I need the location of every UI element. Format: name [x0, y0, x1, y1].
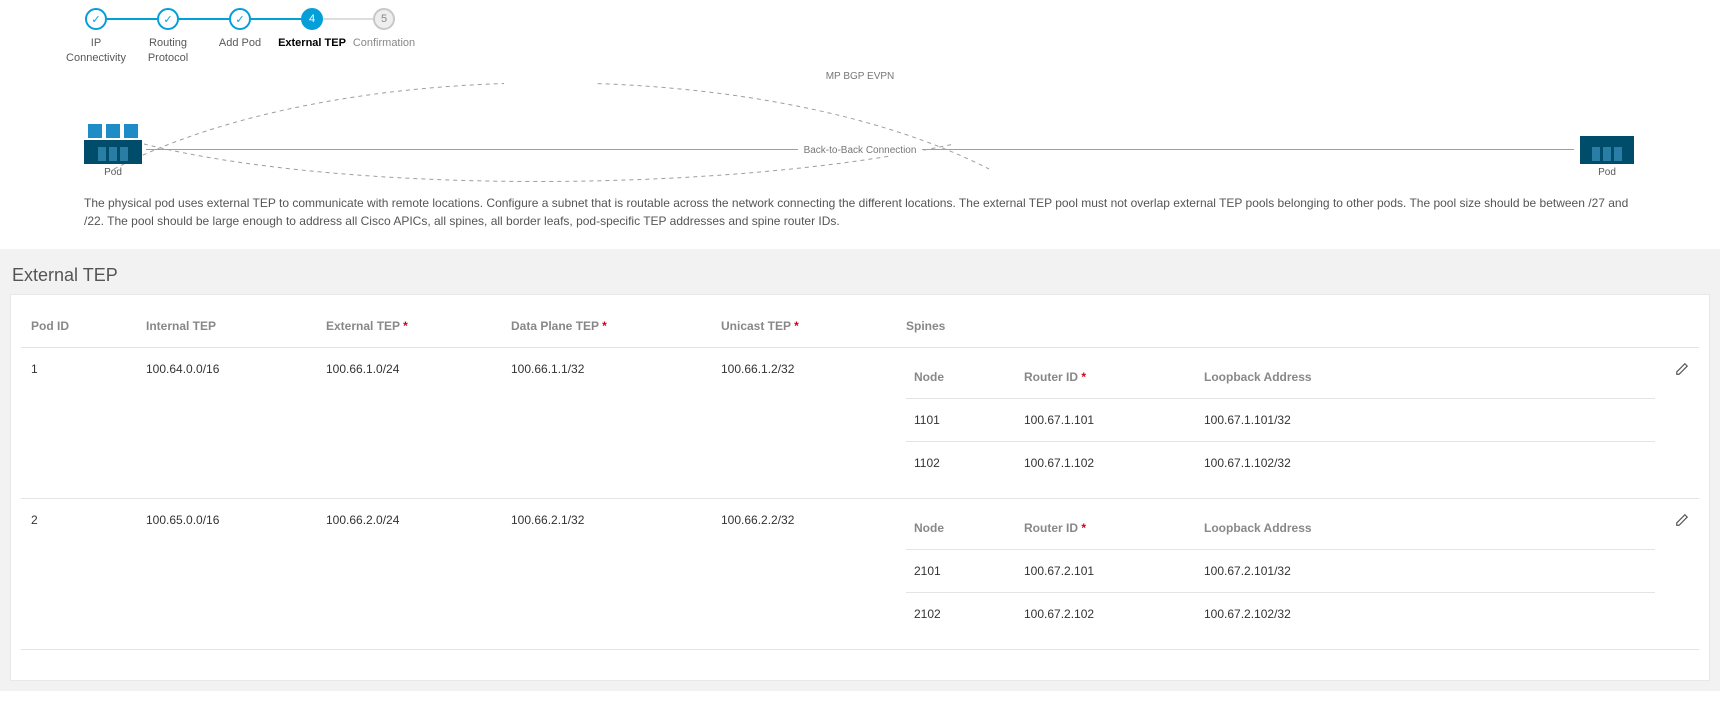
col-loopback: Loopback Address: [1196, 513, 1655, 550]
cell-internal-tep: 100.64.0.0/16: [136, 347, 316, 498]
cell-unicast-tep: 100.66.1.2/32: [711, 347, 896, 498]
step-number-icon: 4: [301, 8, 323, 30]
mp-bgp-evpn-label: MP BGP EVPN: [820, 71, 901, 82]
cell-data-plane-tep: 100.66.2.1/32: [501, 498, 711, 649]
check-icon: ✓: [85, 8, 107, 30]
edit-icon[interactable]: [1675, 362, 1689, 379]
check-icon: ✓: [229, 8, 251, 30]
section-title: External TEP: [10, 259, 1710, 294]
col-unicast-tep: Unicast TEP *: [711, 305, 896, 348]
cell-unicast-tep: 100.66.2.2/32: [711, 498, 896, 649]
spine-row: 1101 100.67.1.101 100.67.1.101/32: [906, 398, 1655, 441]
pod-icon: [1580, 136, 1634, 164]
cell-pod-id: 2: [21, 498, 136, 649]
connection-arcs: [84, 74, 1636, 184]
col-data-plane-tep: Data Plane TEP *: [501, 305, 711, 348]
col-pod-id: Pod ID: [21, 305, 136, 348]
cell-data-plane-tep: 100.66.1.1/32: [501, 347, 711, 498]
col-loopback: Loopback Address: [1196, 362, 1655, 399]
cell-external-tep: 100.66.2.0/24: [316, 498, 501, 649]
pod-icon: [84, 124, 142, 164]
step-add-pod[interactable]: ✓ Add Pod: [204, 8, 276, 51]
step-confirmation[interactable]: 5 Confirmation: [348, 8, 420, 51]
topology-diagram: MP BGP EVPN Pod Back-to-Back Connection …: [0, 66, 1720, 186]
col-node: Node: [906, 362, 1016, 399]
col-spines: Spines: [896, 305, 1665, 348]
edit-icon[interactable]: [1675, 513, 1689, 530]
cell-pod-id: 1: [21, 347, 136, 498]
spine-row: 2101 100.67.2.101 100.67.2.101/32: [906, 549, 1655, 592]
spines-table: Node Router ID * Loopback Address 1101 1…: [906, 362, 1655, 484]
check-icon: ✓: [157, 8, 179, 30]
col-router-id: Router ID *: [1016, 513, 1196, 550]
pod-left-label: Pod: [84, 167, 142, 178]
back-to-back-label: Back-to-Back Connection: [798, 145, 923, 156]
spine-row: 2102 100.67.2.102 100.67.2.102/32: [906, 592, 1655, 635]
col-external-tep: External TEP *: [316, 305, 501, 348]
wizard-stepper: ✓ IP Connectivity ✓ Routing Protocol ✓ A…: [0, 0, 1720, 66]
description-text: The physical pod uses external TEP to co…: [0, 186, 1720, 249]
col-node: Node: [906, 513, 1016, 550]
table-row: 1 100.64.0.0/16 100.66.1.0/24 100.66.1.1…: [21, 347, 1699, 498]
table-row: 2 100.65.0.0/16 100.66.2.0/24 100.66.2.1…: [21, 498, 1699, 649]
step-number-icon: 5: [373, 8, 395, 30]
cell-external-tep: 100.66.1.0/24: [316, 347, 501, 498]
cell-internal-tep: 100.65.0.0/16: [136, 498, 316, 649]
spines-table: Node Router ID * Loopback Address 2101 1…: [906, 513, 1655, 635]
col-router-id: Router ID *: [1016, 362, 1196, 399]
step-ip-connectivity[interactable]: ✓ IP Connectivity: [60, 8, 132, 66]
back-to-back-line: Back-to-Back Connection: [146, 149, 1574, 150]
external-tep-panel: Pod ID Internal TEP External TEP * Data …: [10, 294, 1710, 681]
step-routing-protocol[interactable]: ✓ Routing Protocol: [132, 8, 204, 66]
col-internal-tep: Internal TEP: [136, 305, 316, 348]
spine-row: 1102 100.67.1.102 100.67.1.102/32: [906, 441, 1655, 484]
tep-table: Pod ID Internal TEP External TEP * Data …: [21, 305, 1699, 650]
step-external-tep[interactable]: 4 External TEP: [276, 8, 348, 51]
pod-right-label: Pod: [1578, 167, 1636, 178]
